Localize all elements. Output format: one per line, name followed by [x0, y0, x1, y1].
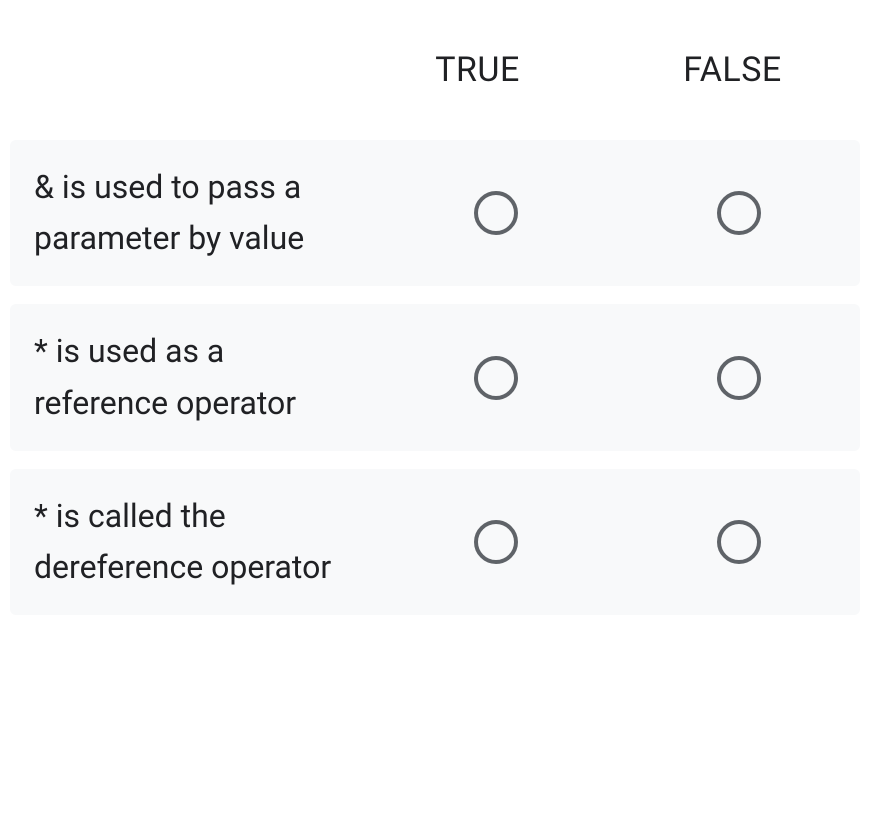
- radio-button-false[interactable]: [717, 356, 761, 400]
- question-row: & is used to pass a parameter by value: [10, 140, 860, 286]
- radio-cell-true: [374, 191, 617, 235]
- radio-button-false[interactable]: [717, 520, 761, 564]
- question-text: * is used as a reference operator: [34, 326, 374, 428]
- radio-button-true[interactable]: [474, 191, 518, 235]
- column-header-true: TRUE: [350, 50, 605, 90]
- question-row: * is used as a reference operator: [10, 304, 860, 450]
- header-row: TRUE FALSE: [10, 20, 860, 140]
- quiz-grid: TRUE FALSE & is used to pass a parameter…: [0, 0, 870, 653]
- question-row: * is called the dereference operator: [10, 469, 860, 615]
- radio-button-true[interactable]: [474, 520, 518, 564]
- radio-button-true[interactable]: [474, 356, 518, 400]
- radio-cell-false: [617, 356, 860, 400]
- radio-cell-false: [617, 191, 860, 235]
- radio-cell-true: [374, 356, 617, 400]
- radio-cell-false: [617, 520, 860, 564]
- question-text: & is used to pass a parameter by value: [34, 162, 374, 264]
- question-text: * is called the dereference operator: [34, 491, 374, 593]
- radio-cell-true: [374, 520, 617, 564]
- radio-button-false[interactable]: [717, 191, 761, 235]
- column-header-false: FALSE: [605, 50, 860, 90]
